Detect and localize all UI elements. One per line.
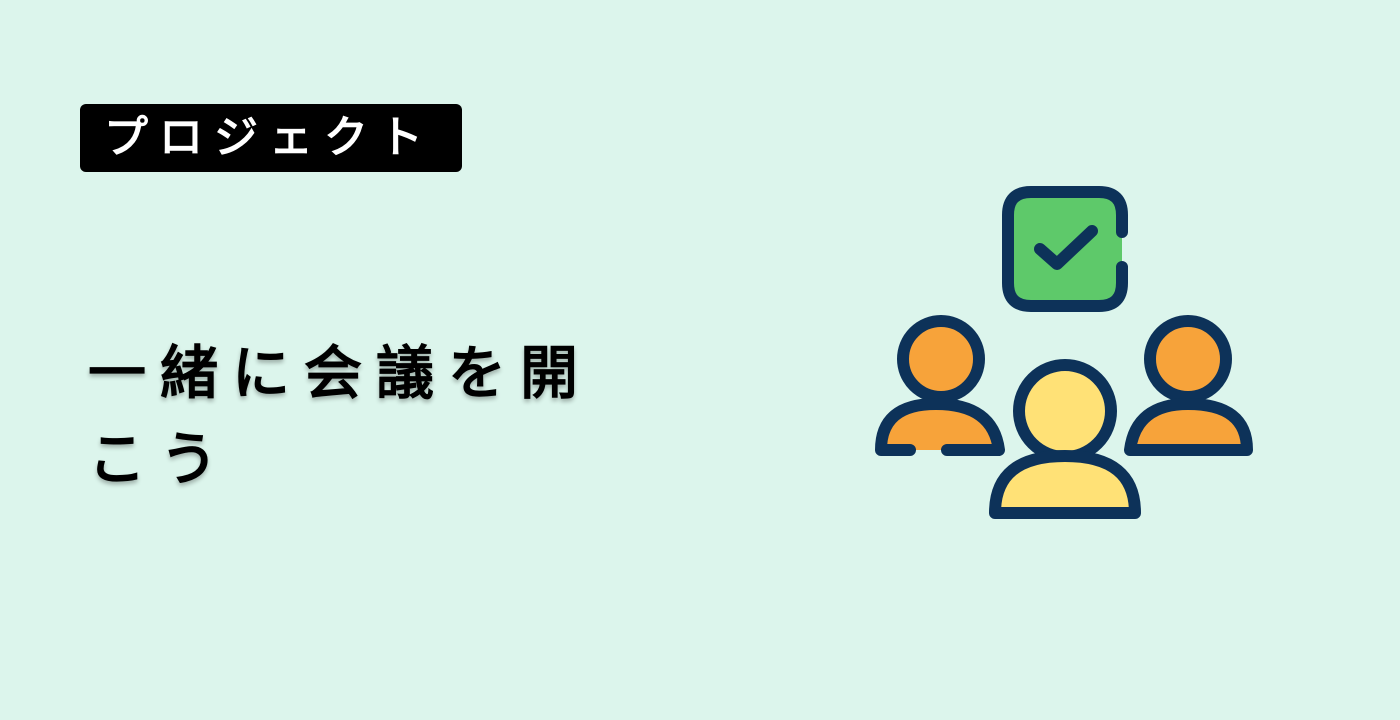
- left-person-icon: [875, 315, 1005, 456]
- category-tag: プロジェクト: [80, 104, 462, 172]
- team-meeting-icon: [875, 186, 1253, 519]
- center-person-icon: [989, 359, 1141, 519]
- headline: 一緒に会議を開こう: [88, 339, 593, 493]
- right-person-icon: [1124, 315, 1253, 456]
- category-tag-label: プロジェクト: [104, 112, 434, 163]
- checkbox-icon: [1002, 186, 1128, 312]
